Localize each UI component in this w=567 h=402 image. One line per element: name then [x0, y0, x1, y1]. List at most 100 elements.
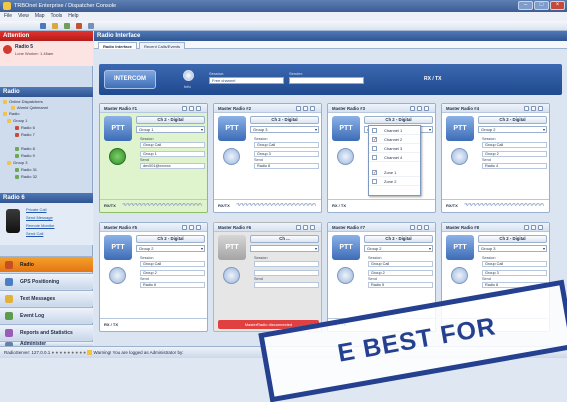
group-select[interactable]: Group 2 [364, 245, 433, 252]
panel-volume-icon[interactable] [189, 106, 194, 111]
panel-volume-icon[interactable] [531, 106, 536, 111]
info-knob-icon[interactable] [183, 70, 194, 81]
tree-item[interactable]: Radio 9 [15, 153, 35, 158]
panel-volume-icon[interactable] [303, 225, 308, 230]
panel-close-icon[interactable] [424, 225, 429, 230]
tree-item[interactable]: Group 1 [7, 118, 27, 123]
channel-button[interactable]: Ch 2 - Digital [478, 235, 547, 243]
menu-map[interactable]: Map [35, 12, 45, 21]
nav-reports[interactable]: Reports and Statistics [0, 324, 93, 340]
tab-radio-interface[interactable]: Radio Interface [98, 42, 137, 49]
group-select[interactable]: Group 2 [478, 126, 547, 133]
panel-close-icon[interactable] [538, 106, 543, 111]
toolbar-alert-icon[interactable] [76, 23, 82, 29]
tree-item[interactable]: Online Dispatchers [3, 99, 43, 104]
group-select[interactable] [250, 245, 319, 252]
panel-settings-icon[interactable] [296, 106, 301, 111]
speaker-icon[interactable] [223, 267, 240, 284]
toolbar-folder-icon[interactable] [52, 23, 58, 29]
channel-button[interactable]: Ch 2 - Digital [364, 116, 433, 124]
ptt-button[interactable]: PTT [218, 235, 246, 260]
tree-item[interactable]: Radio 8 [15, 146, 35, 151]
channel-button[interactable]: Ch ... [250, 235, 319, 243]
menu-tools[interactable]: Tools [51, 12, 63, 21]
tree-item[interactable]: Radio 32 [15, 174, 37, 179]
ptt-button[interactable]: PTT [104, 116, 132, 141]
intercom-button[interactable]: INTERCOM [104, 70, 156, 89]
panel-settings-icon[interactable] [524, 225, 529, 230]
speaker-icon[interactable] [451, 148, 468, 165]
tree-item[interactable]: Radio 31 [15, 167, 37, 172]
panel-close-icon[interactable] [196, 225, 201, 230]
attention-radio-name[interactable]: Radio 5 [15, 44, 33, 50]
channel-button[interactable]: Ch 2 - Digital [136, 116, 205, 124]
panel-close-icon[interactable] [310, 225, 315, 230]
minimize-button[interactable]: – [518, 1, 533, 10]
panel-settings-icon[interactable] [410, 106, 415, 111]
panel-settings-icon[interactable] [524, 106, 529, 111]
nav-event-log[interactable]: Event Log [0, 307, 93, 323]
channel-button[interactable]: Ch 2 - Digital [364, 235, 433, 243]
toolbar-home-icon[interactable] [40, 23, 46, 29]
maximize-button[interactable]: □ [534, 1, 549, 10]
send-call-link[interactable]: Send Call [26, 231, 43, 236]
ptt-button[interactable]: PTT [446, 116, 474, 141]
panel-volume-icon[interactable] [531, 225, 536, 230]
channel-menu-item[interactable]: Channel 1 [369, 126, 420, 135]
nav-radio[interactable]: Radio [0, 256, 93, 272]
panel-close-icon[interactable] [538, 225, 543, 230]
panel-settings-icon[interactable] [182, 106, 187, 111]
panel-volume-icon[interactable] [303, 106, 308, 111]
ptt-button[interactable]: PTT [332, 235, 360, 260]
panel-settings-icon[interactable] [410, 225, 415, 230]
speaker-icon[interactable] [223, 148, 240, 165]
checkbox-icon: ✓ [372, 170, 378, 176]
channel-button[interactable]: Ch 2 - Digital [250, 116, 319, 124]
nav-gps-positioning[interactable]: GPS Positioning [0, 273, 93, 289]
group-select[interactable]: Group 2 [136, 245, 205, 252]
ptt-button[interactable]: PTT [332, 116, 360, 141]
tree-item[interactable]: Radio 6 [15, 125, 35, 130]
panel-close-icon[interactable] [196, 106, 201, 111]
close-button[interactable]: × [550, 1, 565, 10]
group-select[interactable]: Group 3 [478, 245, 547, 252]
toolbar-settings-icon[interactable] [88, 23, 94, 29]
menu-help[interactable]: Help [68, 12, 78, 21]
channel-menu-item[interactable]: Channel 3 [369, 144, 420, 153]
channel-menu-item[interactable]: ✓ Channel 2 [369, 135, 420, 144]
tab-recent-calls[interactable]: Recent Calls/Events [139, 42, 186, 49]
channel-button[interactable]: Ch 2 - Digital [478, 116, 547, 124]
tree-item[interactable]: Radio 7 [15, 132, 35, 137]
panel-close-icon[interactable] [310, 106, 315, 111]
tree-item[interactable]: Ahmid Qahmanni [11, 105, 48, 110]
speaker-icon[interactable] [109, 267, 126, 284]
toolbar-map-icon[interactable] [64, 23, 70, 29]
menu-view[interactable]: View [18, 12, 29, 21]
channel-button[interactable]: Ch 2 - Digital [136, 235, 205, 243]
menu-file[interactable]: File [4, 12, 12, 21]
send-message-link[interactable]: Send Message [26, 215, 53, 220]
panel-volume-icon[interactable] [189, 225, 194, 230]
channel-menu-item[interactable]: Channel 4 [369, 153, 420, 162]
panel-volume-icon[interactable] [417, 225, 422, 230]
tree-item[interactable]: Radio [3, 111, 19, 116]
ptt-button[interactable]: PTT [218, 116, 246, 141]
private-call-link[interactable]: Private Call [26, 207, 46, 212]
group-select[interactable]: Group 1 [136, 126, 205, 133]
speaker-icon[interactable] [337, 267, 354, 284]
ptt-button[interactable]: PTT [104, 235, 132, 260]
remote-monitor-link[interactable]: Remote Monitor [26, 223, 54, 228]
group-select[interactable]: Group 3 [250, 126, 319, 133]
channel-menu-item[interactable]: Zone 2 [369, 177, 420, 186]
panel-close-icon[interactable] [424, 106, 429, 111]
call-icon[interactable] [109, 148, 126, 165]
ptt-button[interactable]: PTT [446, 235, 474, 260]
panel-settings-icon[interactable] [182, 225, 187, 230]
panel-volume-icon[interactable] [417, 106, 422, 111]
channel-menu-item[interactable]: ✓ Zone 1 [369, 168, 420, 177]
nav-text-messages[interactable]: Text Messages [0, 290, 93, 306]
speaker-icon[interactable] [337, 148, 354, 165]
panel-settings-icon[interactable] [296, 225, 301, 230]
tree-item[interactable]: Group 3 [7, 160, 27, 165]
speaker-icon[interactable] [451, 267, 468, 284]
